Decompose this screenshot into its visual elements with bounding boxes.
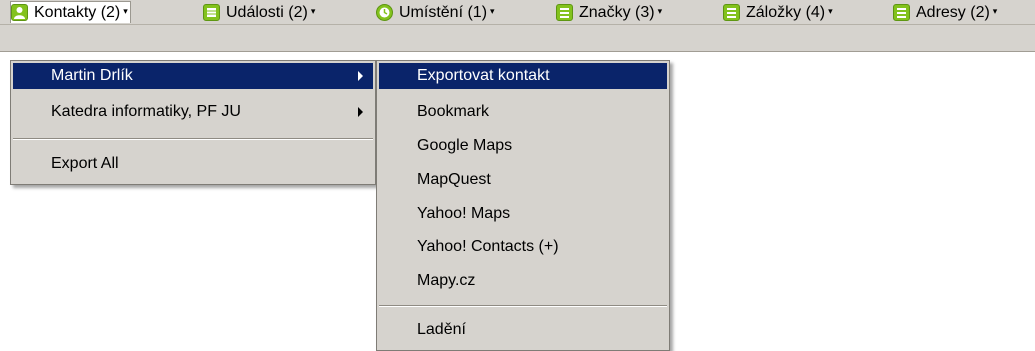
menu-item-yahoo-maps[interactable]: Yahoo! Maps (379, 201, 667, 227)
toolbar-bottom-border (0, 51, 1035, 52)
contacts-label: Kontakty (2) (34, 3, 121, 21)
menu-item-mapy-cz[interactable]: Mapy.cz (379, 268, 667, 294)
menu-item-label: Martin Drlík (51, 67, 133, 84)
chevron-down-icon: ▾ (490, 6, 495, 16)
location-icon (376, 4, 393, 21)
menu-item-yahoo-contacts[interactable]: Yahoo! Contacts (+) (379, 234, 667, 260)
menu-item-label: Yahoo! Contacts (+) (417, 238, 559, 255)
list-icon (723, 4, 740, 21)
menu-item-katedra[interactable]: Katedra informatiky, PF JU (13, 99, 373, 125)
menu-item-label: Export All (51, 155, 119, 172)
contacts-button[interactable]: Kontakty (2) ▾ (10, 1, 131, 23)
locations-button[interactable]: Umístění (1) ▾ (376, 2, 495, 23)
bookmarks-label: Záložky (4) (746, 3, 826, 21)
menu-item-label: Bookmark (417, 103, 490, 120)
menu-item-label: MapQuest (417, 171, 491, 188)
menu-item-label: Yahoo! Maps (417, 205, 511, 222)
contact-icon (11, 4, 28, 21)
menu-item-martin-drlik[interactable]: Martin Drlík (13, 63, 373, 89)
contact-submenu: Exportovat kontakt Bookmark Google Maps … (376, 60, 670, 351)
menu-item-bookmark[interactable]: Bookmark (379, 99, 667, 125)
menu-item-mapquest[interactable]: MapQuest (379, 167, 667, 193)
submenu-arrow-icon (358, 71, 363, 81)
tags-label: Značky (3) (579, 3, 655, 21)
menu-separator (13, 138, 373, 140)
events-label: Události (2) (226, 3, 308, 21)
menu-item-label: Google Maps (417, 137, 513, 154)
toolbar-divider (0, 24, 1035, 25)
list-icon (556, 4, 573, 21)
menu-item-debug[interactable]: Ladění (379, 317, 667, 343)
addresses-button[interactable]: Adresy (2) ▾ (893, 2, 997, 23)
chevron-down-icon: ▾ (123, 6, 128, 16)
menu-item-export-contact[interactable]: Exportovat kontakt (379, 63, 667, 89)
contacts-menu: Martin Drlík Katedra informatiky, PF JU … (10, 60, 376, 185)
menu-item-label: Mapy.cz (417, 272, 476, 289)
menu-item-label: Exportovat kontakt (417, 67, 550, 84)
locations-label: Umístění (1) (399, 3, 488, 21)
chevron-down-icon: ▾ (992, 6, 998, 16)
menu-item-label: Katedra informatiky, PF JU (51, 103, 241, 120)
menu-item-export-all[interactable]: Export All (13, 151, 373, 177)
submenu-arrow-icon (358, 107, 363, 117)
menu-item-label: Ladění (417, 321, 466, 338)
tags-button[interactable]: Značky (3) ▾ (556, 2, 662, 23)
menu-separator (379, 305, 667, 307)
menu-item-google-maps[interactable]: Google Maps (379, 133, 667, 159)
chevron-down-icon: ▾ (310, 6, 316, 16)
bookmarks-button[interactable]: Záložky (4) ▾ (723, 2, 833, 23)
calendar-icon (203, 4, 220, 21)
list-icon (893, 4, 910, 21)
addresses-label: Adresy (2) (916, 3, 990, 21)
chevron-down-icon: ▾ (828, 6, 833, 16)
chevron-down-icon: ▾ (657, 6, 663, 16)
events-button[interactable]: Události (2) ▾ (203, 2, 315, 23)
microformats-toolbar: Kontakty (2) ▾ Události (2) ▾ Umístění (… (0, 0, 1035, 52)
